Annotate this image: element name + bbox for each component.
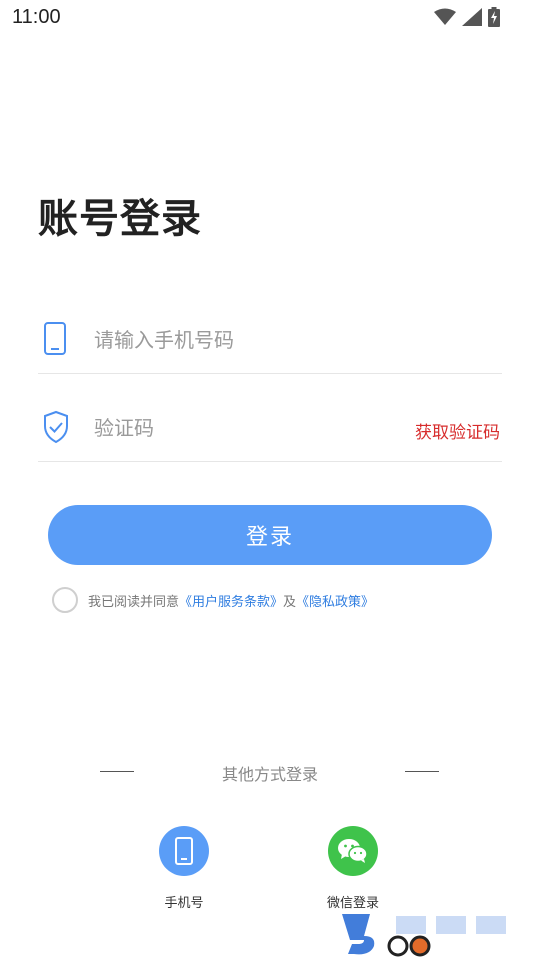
status-time: 11:00 bbox=[12, 6, 61, 28]
verification-code-input[interactable] bbox=[94, 410, 394, 446]
wechat-login-circle bbox=[328, 826, 378, 876]
terms-link[interactable]: 《用户服务条款》 bbox=[179, 591, 283, 610]
wechat-icon bbox=[338, 839, 368, 863]
agreement-prefix: 我已阅读并同意 bbox=[88, 594, 180, 610]
login-button[interactable]: 登录 bbox=[48, 505, 492, 565]
battery-icon bbox=[488, 7, 500, 27]
get-code-button[interactable]: 获取验证码 bbox=[415, 418, 500, 443]
wifi-icon bbox=[434, 8, 456, 25]
shield-check-icon bbox=[44, 410, 68, 444]
wechat-login-option[interactable]: 微信登录 bbox=[303, 826, 403, 911]
phone-login-circle bbox=[159, 826, 209, 876]
status-icons bbox=[434, 7, 500, 27]
phone-field bbox=[38, 304, 502, 374]
agreement-checkbox[interactable] bbox=[52, 587, 78, 613]
privacy-link[interactable]: 《隐私政策》 bbox=[296, 591, 374, 610]
site-watermark-logo bbox=[342, 914, 506, 957]
phone-login-label: 手机号 bbox=[164, 896, 204, 911]
code-field: 获取验证码 bbox=[38, 392, 502, 462]
other-login-label: 其他方式登录 bbox=[221, 765, 318, 784]
phone-icon bbox=[175, 837, 193, 865]
page-title: 账号登录 bbox=[38, 196, 202, 242]
agreement-conjunction: 及 bbox=[283, 594, 297, 610]
status-bar: 11:00 bbox=[0, 0, 540, 36]
agreement-row: 我已阅读并同意 《用户服务条款》 及 《隐私政策》 bbox=[52, 587, 374, 613]
phone-input[interactable] bbox=[94, 322, 394, 358]
phone-login-option[interactable]: 手机号 bbox=[134, 826, 234, 911]
mobile-phone-icon bbox=[44, 322, 66, 355]
cellular-signal-icon bbox=[462, 8, 482, 26]
divider-right bbox=[405, 771, 439, 772]
